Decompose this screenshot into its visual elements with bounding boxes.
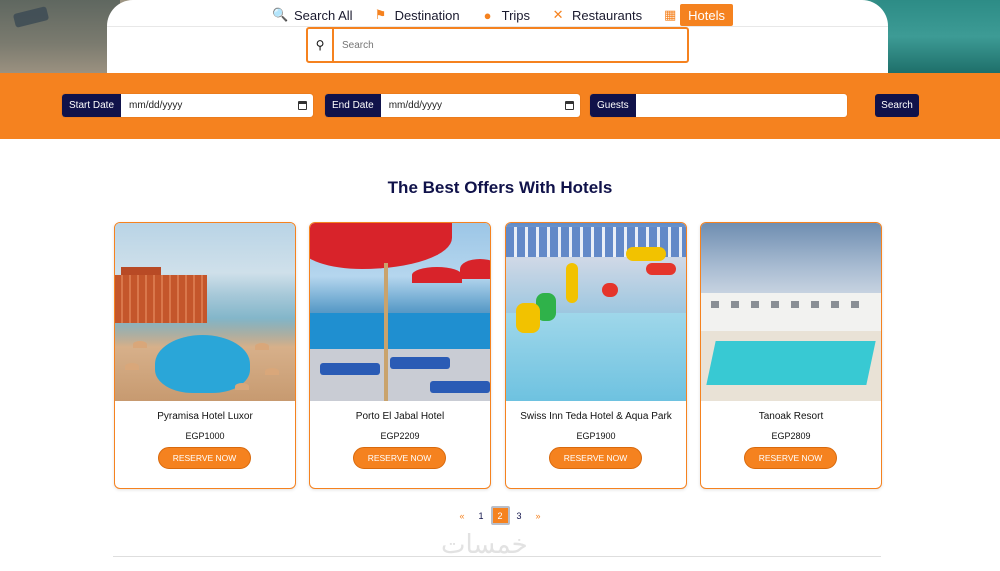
tab-label: Trips: [501, 7, 531, 23]
calendar-icon[interactable]: [565, 101, 574, 110]
guests-input[interactable]: [636, 94, 847, 117]
tab-label: Destination: [394, 7, 460, 23]
search-panel: 🔍 Search All ⚑ Destination ● Trips ✕ Res…: [107, 0, 888, 73]
hotel-card: Tanoak Resort EGP2809 RESERVE NOW: [700, 222, 882, 489]
tab-destination[interactable]: ⚑ Destination: [363, 4, 470, 26]
hotel-name: Tanoak Resort: [758, 411, 824, 422]
hero-image-right: [880, 0, 1000, 73]
globe-icon: ●: [483, 7, 492, 23]
reserve-now-button[interactable]: RESERVE NOW: [158, 447, 251, 469]
tab-hotels[interactable]: Hotels: [680, 4, 733, 26]
reserve-now-button[interactable]: RESERVE NOW: [353, 447, 446, 469]
hotel-name: Swiss Inn Teda Hotel & Aqua Park: [520, 411, 672, 422]
search-icon[interactable]: ⚲: [308, 29, 334, 61]
hotel-price: EGP2809: [771, 431, 811, 441]
end-date-input[interactable]: mm/dd/yyyy: [381, 94, 580, 117]
hotel-photo[interactable]: [701, 223, 881, 401]
hotel-price: EGP1000: [185, 431, 225, 441]
hero-image-left: [0, 0, 120, 73]
end-date-field[interactable]: End Date mm/dd/yyyy: [325, 94, 580, 117]
start-date-label: Start Date: [62, 94, 122, 117]
tab-trips[interactable]: ● Trips: [470, 4, 540, 26]
footer-divider: [113, 556, 881, 557]
next-page-button[interactable]: »: [529, 506, 548, 525]
tab-label: Restaurants: [572, 7, 643, 23]
hero-banner: 🔍 Search All ⚑ Destination ● Trips ✕ Res…: [0, 0, 1000, 73]
search-box: ⚲: [306, 27, 689, 63]
hotel-icon: ▦: [663, 7, 677, 22]
section-title: The Best Offers With Hotels: [387, 178, 613, 197]
end-date-value: mm/dd/yyyy: [388, 100, 443, 111]
hotel-photo[interactable]: [506, 223, 686, 401]
hotel-card: Porto El Jabal Hotel EGP2209 RESERVE NOW: [309, 222, 491, 489]
page-1-button[interactable]: 1: [472, 506, 491, 525]
hotel-card: Pyramisa Hotel Luxor EGP1000 RESERVE NOW: [114, 222, 296, 489]
guests-field[interactable]: Guests: [590, 94, 847, 117]
search-key-icon: 🔍: [272, 7, 289, 22]
page-3-button[interactable]: 3: [510, 506, 529, 525]
start-date-value: mm/dd/yyyy: [129, 100, 183, 111]
location-pin-icon: ⚑: [374, 7, 387, 22]
page-2-button[interactable]: 2: [490, 506, 510, 525]
end-date-label: End Date: [325, 94, 381, 117]
prev-page-button[interactable]: «: [453, 506, 472, 525]
tab-hotels-icon-wrap[interactable]: ▦: [652, 4, 680, 26]
hotel-price: EGP1900: [576, 431, 616, 441]
tab-restaurants[interactable]: ✕ Restaurants: [540, 4, 652, 26]
search-input[interactable]: [334, 29, 687, 61]
utensils-icon: ✕: [552, 7, 564, 22]
pagination: « 1 2 3 »: [0, 506, 1000, 525]
start-date-input[interactable]: mm/dd/yyyy: [121, 94, 313, 117]
hotel-photo[interactable]: [115, 223, 295, 401]
search-button[interactable]: Search: [875, 94, 919, 117]
hotel-card: Swiss Inn Teda Hotel & Aqua Park EGP1900…: [505, 222, 687, 489]
tab-label: Hotels: [688, 7, 725, 23]
reserve-now-button[interactable]: RESERVE NOW: [549, 447, 642, 469]
reserve-now-button[interactable]: RESERVE NOW: [744, 447, 837, 469]
hotel-price: EGP2209: [380, 431, 420, 441]
guests-label: Guests: [590, 94, 636, 117]
tab-search-all[interactable]: 🔍 Search All: [262, 4, 363, 26]
hotel-name: Porto El Jabal Hotel: [355, 411, 445, 422]
booking-filter-bar: Start Date mm/dd/yyyy End Date mm/dd/yyy…: [0, 73, 1000, 139]
start-date-field[interactable]: Start Date mm/dd/yyyy: [62, 94, 313, 117]
hotel-photo[interactable]: [310, 223, 490, 401]
calendar-icon[interactable]: [298, 101, 307, 110]
tab-label: Search All: [294, 7, 353, 23]
hotel-name: Pyramisa Hotel Luxor: [157, 411, 253, 422]
category-tabs: 🔍 Search All ⚑ Destination ● Trips ✕ Res…: [107, 4, 888, 26]
